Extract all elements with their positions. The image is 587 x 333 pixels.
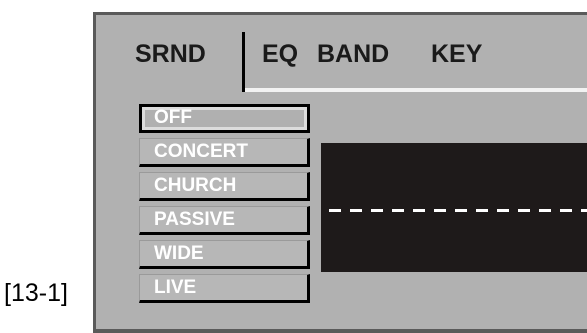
tab-eq[interactable]: EQ bbox=[262, 42, 298, 67]
tab-key[interactable]: KEY bbox=[431, 42, 482, 67]
surround-display bbox=[321, 143, 587, 272]
mode-wide-button[interactable]: WIDE bbox=[139, 240, 310, 269]
mode-passive-button[interactable]: PASSIVE bbox=[139, 206, 310, 235]
tab-bar: SRND EQ BAND KEY bbox=[116, 32, 587, 92]
tab-band[interactable]: BAND bbox=[317, 42, 389, 67]
figure-label: [13-1] bbox=[4, 279, 68, 307]
mode-off-button[interactable]: OFF bbox=[139, 104, 310, 133]
tab-divider bbox=[242, 32, 245, 92]
mode-concert-button[interactable]: CONCERT bbox=[139, 138, 310, 167]
sound-settings-panel: SRND EQ BAND KEY OFF CONCERT CHURCH PASS… bbox=[93, 12, 587, 333]
mode-live-button[interactable]: LIVE bbox=[139, 274, 310, 303]
tab-underline bbox=[245, 88, 587, 92]
mode-church-button[interactable]: CHURCH bbox=[139, 172, 310, 201]
tab-srnd[interactable]: SRND bbox=[135, 42, 206, 67]
surround-level-dashed-line bbox=[329, 209, 587, 212]
